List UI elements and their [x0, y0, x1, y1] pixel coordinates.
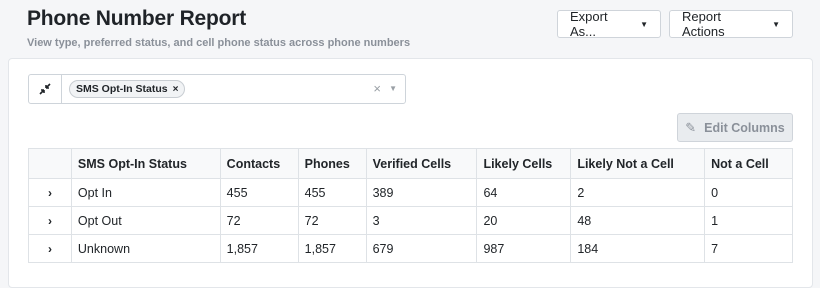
table-cell: 0 [704, 178, 793, 207]
table-cell: 987 [476, 234, 572, 263]
table-cell: Opt In [70, 178, 221, 207]
column-header-phones[interactable]: Phones [297, 148, 367, 179]
remove-tag-icon[interactable]: × [173, 84, 179, 95]
column-header-likely-cells[interactable]: Likely Cells [476, 148, 572, 179]
collapse-arrows-icon[interactable] [29, 75, 62, 103]
caret-down-icon: ▼ [640, 19, 648, 29]
table-cell: 20 [476, 206, 572, 235]
table-row: › Unknown 1,857 1,857 679 987 184 7 [28, 234, 793, 263]
export-as-label: Export As... [570, 9, 608, 39]
table-cell: 1,857 [219, 234, 299, 263]
selected-group-tag: SMS Opt-In Status × [69, 80, 186, 98]
table-cell: 72 [219, 206, 299, 235]
dropdown-arrow-icon[interactable]: ▼ [389, 84, 397, 93]
table-cell: 3 [365, 206, 478, 235]
edit-columns-label: Edit Columns [704, 120, 785, 135]
column-header-sms-opt-in-status[interactable]: SMS Opt-In Status [70, 148, 221, 179]
pencil-icon: ✎ [685, 119, 697, 135]
table-cell: 48 [570, 206, 706, 235]
clear-selection-icon[interactable]: × [373, 81, 381, 96]
page-subtitle: View type, preferred status, and cell ph… [27, 37, 411, 49]
table-cell: 455 [219, 178, 299, 207]
column-header-verified-cells[interactable]: Verified Cells [365, 148, 478, 179]
table-cell: 1 [704, 206, 793, 235]
caret-down-icon: ▼ [772, 19, 780, 29]
report-table: SMS Opt-In Status Contacts Phones Verifi… [28, 148, 793, 263]
column-header-not-a-cell[interactable]: Not a Cell [704, 148, 793, 179]
report-actions-label: Report Actions [682, 9, 725, 39]
column-header-likely-not-a-cell[interactable]: Likely Not a Cell [570, 148, 706, 179]
table-cell: 455 [297, 178, 367, 207]
table-cell: 389 [365, 178, 478, 207]
export-as-button[interactable]: Export As... ▼ [557, 9, 661, 39]
edit-columns-button[interactable]: ✎ Edit Columns [677, 113, 793, 142]
column-header-contacts[interactable]: Contacts [219, 148, 299, 179]
table-cell: 64 [476, 178, 572, 207]
expand-row-icon[interactable]: › [28, 206, 72, 235]
expand-row-icon[interactable]: › [28, 234, 72, 263]
table-cell: 679 [365, 234, 478, 263]
table-cell: Opt Out [70, 206, 221, 235]
page-title: Phone Number Report [27, 7, 247, 30]
table-row: › Opt Out 72 72 3 20 48 1 [28, 206, 793, 235]
expand-row-icon[interactable]: › [28, 178, 72, 207]
report-panel: SMS Opt-In Status × × ▼ ✎ Edit Columns S… [8, 58, 813, 288]
table-cell: 7 [704, 234, 793, 263]
table-cell: 184 [570, 234, 706, 263]
report-actions-button[interactable]: Report Actions ▼ [669, 9, 793, 39]
table-row: › Opt In 455 455 389 64 2 0 [28, 178, 793, 207]
table-header-row: SMS Opt-In Status Contacts Phones Verifi… [28, 148, 793, 179]
table-cell: 72 [297, 206, 367, 235]
selected-group-label: SMS Opt-In Status [76, 83, 168, 95]
table-cell: 1,857 [297, 234, 367, 263]
table-cell: Unknown [70, 234, 221, 263]
group-by-select[interactable]: SMS Opt-In Status × × ▼ [28, 74, 406, 104]
expand-column-header [28, 148, 72, 179]
table-cell: 2 [570, 178, 706, 207]
